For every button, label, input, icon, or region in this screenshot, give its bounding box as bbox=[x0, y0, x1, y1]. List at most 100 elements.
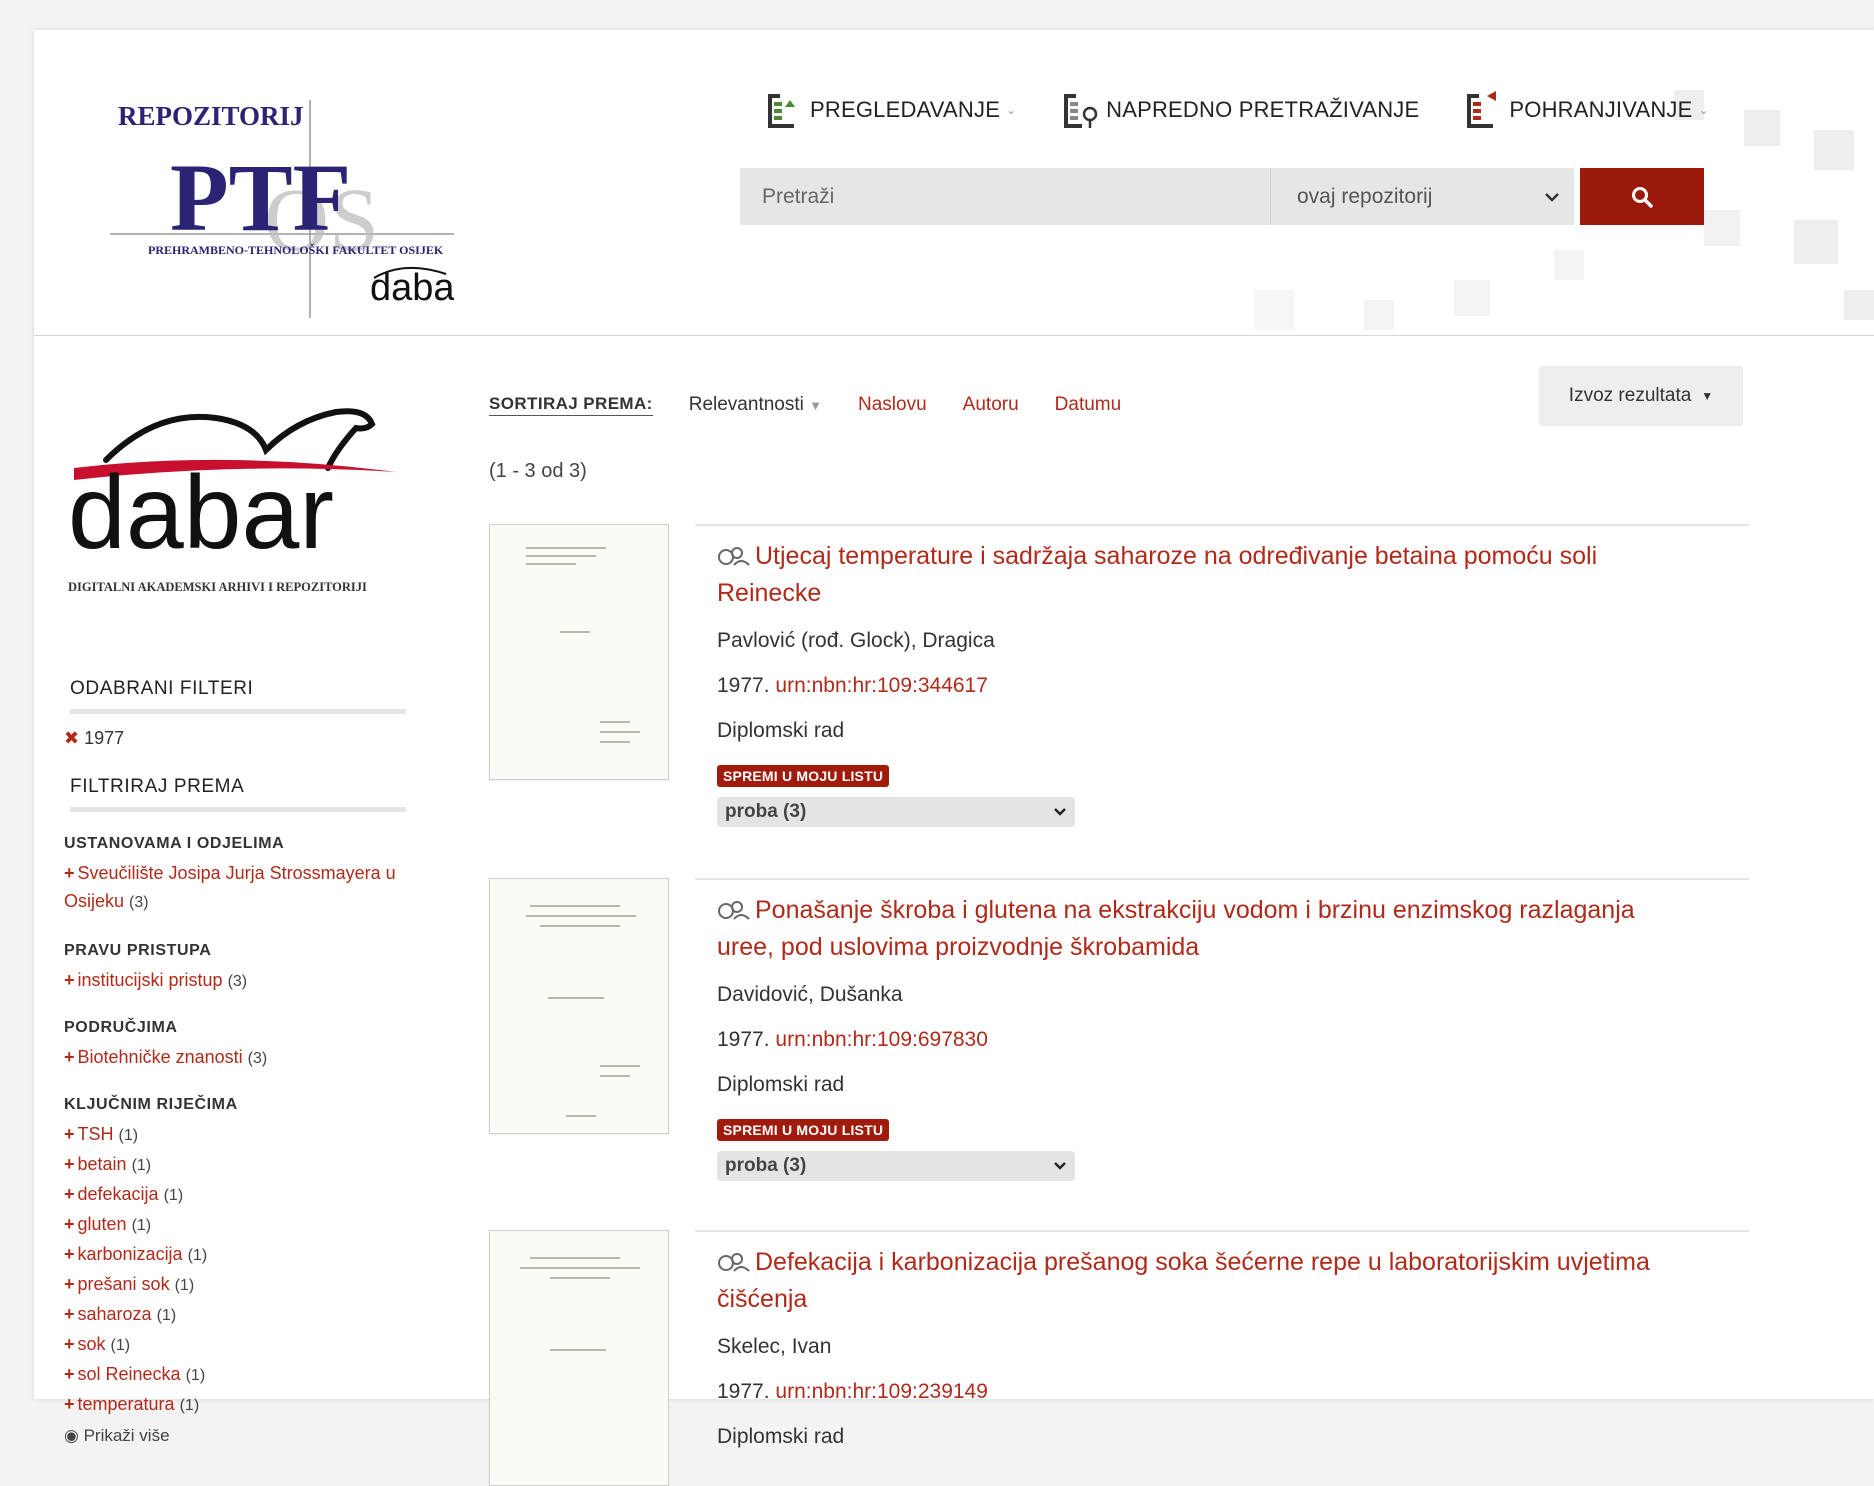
facet-item[interactable]: + institucijski pristup (3) bbox=[64, 966, 404, 996]
facet-item-keyword[interactable]: + prešani sok (1) bbox=[64, 1270, 404, 1300]
caret-down-icon: ▼ bbox=[1701, 389, 1714, 403]
result-thumbnail[interactable] bbox=[489, 524, 669, 780]
facet-item-keyword[interactable]: + betain (1) bbox=[64, 1150, 404, 1180]
selected-filter-chip[interactable]: ✖ 1977 bbox=[64, 728, 124, 749]
facet-group-title: PRAVU PRISTUPA bbox=[64, 942, 212, 959]
plus-icon: + bbox=[64, 1214, 75, 1234]
nav-browse[interactable]: PREGLEDAVANJE ⌄ bbox=[764, 90, 1016, 130]
sort-by-author[interactable]: Autoru bbox=[963, 394, 1019, 416]
search-bar: ovaj repozitorij bbox=[740, 168, 1704, 225]
facet-item-keyword[interactable]: + sol Reinecka (1) bbox=[64, 1360, 404, 1390]
sort-label: SORTIRAJ PREMA: bbox=[489, 394, 653, 416]
dabar-logo[interactable]: dabar DIGITALNI AKADEMSKI ARHIVI I REPOZ… bbox=[66, 390, 406, 600]
save-to-list-button[interactable]: SPREMI U MOJU LISTU bbox=[717, 1119, 890, 1141]
search-input[interactable] bbox=[740, 168, 1270, 225]
caret-down-icon: ▼ bbox=[809, 398, 823, 413]
result-identifier: 1977. urn:nbn:hr:109:697830 bbox=[717, 1024, 1749, 1056]
show-more-link[interactable]: ◉ Prikaži više bbox=[64, 1426, 404, 1446]
site-header: REPOZITORIJ OS PTF PREHRAMBENO-TEHNOLOŠK… bbox=[34, 30, 1874, 336]
facet-group-title: PODRUČJIMA bbox=[64, 1019, 178, 1036]
result-details: Utjecaj temperature i sadržaja saharoze … bbox=[695, 524, 1749, 827]
result-title: Ponašanje škroba i glutena na ekstrakcij… bbox=[717, 896, 1635, 961]
plus-icon: + bbox=[64, 863, 75, 883]
facet-label: sok bbox=[77, 1334, 106, 1354]
chevron-down-icon bbox=[1054, 1162, 1066, 1170]
sort-by-date[interactable]: Datumu bbox=[1055, 394, 1122, 416]
facet-count: (1) bbox=[131, 1217, 152, 1234]
facet-group-title: KLJUČNIM RIJEČIMA bbox=[64, 1096, 238, 1113]
result-title: Utjecaj temperature i sadržaja saharoze … bbox=[717, 542, 1598, 607]
facet-item-keyword[interactable]: + temperatura (1) bbox=[64, 1390, 404, 1420]
search-scope-select[interactable]: ovaj repozitorij bbox=[1270, 168, 1574, 225]
plus-icon: + bbox=[64, 1124, 75, 1144]
result-title-link[interactable]: Defekacija i karbonizacija prešanog soka… bbox=[717, 1244, 1657, 1318]
facet-item-keyword[interactable]: + saharoza (1) bbox=[64, 1300, 404, 1330]
result-urn-link[interactable]: urn:nbn:hr:109:239149 bbox=[775, 1380, 988, 1403]
plus-icon: + bbox=[64, 1274, 75, 1294]
chevron-down-icon: ⌄ bbox=[1698, 103, 1709, 117]
list-select[interactable]: proba (3) bbox=[717, 797, 1075, 827]
facet-label: TSH bbox=[77, 1124, 114, 1144]
result-author: Skelec, Ivan bbox=[717, 1335, 832, 1358]
dabar-logo-tagline: DIGITALNI AKADEMSKI ARHIVI I REPOZITORIJ… bbox=[68, 580, 367, 594]
result-urn-link[interactable]: urn:nbn:hr:109:344617 bbox=[775, 674, 988, 697]
result-author: Davidović, Dušanka bbox=[717, 983, 903, 1006]
facet-count: (1) bbox=[131, 1157, 152, 1174]
result-identifier: 1977. urn:nbn:hr:109:239149 bbox=[717, 1376, 1749, 1408]
facet-item-keyword[interactable]: + defekacija (1) bbox=[64, 1180, 404, 1210]
facet-item[interactable]: + Sveučilište Josipa Jurja Strossmayera u… bbox=[64, 859, 404, 917]
facet-group-fields: PODRUČJIMA + Biotehničke znanosti (3) bbox=[64, 1019, 404, 1073]
facet-count: (1) bbox=[179, 1397, 200, 1414]
selected-filters-section: ODABRANI FILTERI bbox=[70, 678, 406, 714]
result-title-link[interactable]: Utjecaj temperature i sadržaja saharoze … bbox=[717, 538, 1657, 612]
remove-filter-icon[interactable]: ✖ bbox=[64, 728, 79, 748]
facet-label: temperatura bbox=[77, 1394, 175, 1414]
result-title-link[interactable]: Ponašanje škroba i glutena na ekstrakcij… bbox=[717, 892, 1657, 966]
result-urn-link[interactable]: urn:nbn:hr:109:697830 bbox=[775, 1028, 988, 1051]
facet-count: (1) bbox=[185, 1367, 206, 1384]
facet-label: prešani sok bbox=[77, 1274, 170, 1294]
nav-deposit[interactable]: POHRANJIVANJE ⌄ bbox=[1463, 90, 1709, 130]
facet-count: (3) bbox=[227, 973, 248, 990]
result-year: 1977. bbox=[717, 1028, 770, 1051]
chevron-down-icon: ⌄ bbox=[1006, 103, 1017, 117]
plus-icon: + bbox=[64, 970, 75, 990]
sort-relevance[interactable]: Relevantnosti ▼ bbox=[689, 394, 822, 416]
search-button[interactable] bbox=[1580, 168, 1704, 225]
save-to-list-button[interactable]: SPREMI U MOJU LISTU bbox=[717, 765, 890, 787]
facet-count: (1) bbox=[118, 1127, 139, 1144]
result-title: Defekacija i karbonizacija prešanog soka… bbox=[717, 1248, 1650, 1313]
result-year: 1977. bbox=[717, 1380, 770, 1403]
facet-item[interactable]: + Biotehničke znanosti (3) bbox=[64, 1043, 404, 1073]
facet-item-keyword[interactable]: + sok (1) bbox=[64, 1330, 404, 1360]
facet-item-keyword[interactable]: + gluten (1) bbox=[64, 1210, 404, 1240]
sort-by-title[interactable]: Naslovu bbox=[858, 394, 927, 416]
facet-count: (1) bbox=[163, 1187, 184, 1204]
result-thumbnail[interactable] bbox=[489, 878, 669, 1134]
export-results-button[interactable]: Izvoz rezultata ▼ bbox=[1539, 366, 1743, 426]
sort-relevance-label: Relevantnosti bbox=[688, 394, 804, 415]
thesis-icon bbox=[718, 901, 750, 920]
facet-label: betain bbox=[77, 1154, 127, 1174]
facet-count: (3) bbox=[247, 1050, 268, 1067]
chevron-circle-icon: ◉ bbox=[64, 1426, 79, 1445]
facet-count: (1) bbox=[110, 1337, 131, 1354]
search-icon bbox=[1632, 186, 1653, 208]
chevron-down-icon bbox=[1545, 192, 1559, 202]
list-select[interactable]: proba (3) bbox=[717, 1151, 1075, 1181]
facet-count: (1) bbox=[187, 1247, 208, 1264]
ptf-repository-logo[interactable]: REPOZITORIJ OS PTF PREHRAMBENO-TEHNOLOŠK… bbox=[74, 70, 454, 320]
show-more-label: Prikaži više bbox=[83, 1426, 170, 1445]
main-navigation: PREGLEDAVANJE ⌄ NAPREDNO PRETRAŽIVANJE P… bbox=[764, 90, 1753, 130]
result-thumbnail[interactable] bbox=[489, 1230, 669, 1486]
plus-icon: + bbox=[64, 1047, 75, 1067]
nav-advanced-search[interactable]: NAPREDNO PRETRAŽIVANJE bbox=[1060, 90, 1419, 130]
facet-item-keyword[interactable]: + TSH (1) bbox=[64, 1120, 404, 1150]
advanced-search-icon bbox=[1064, 94, 1098, 128]
nav-advanced-search-label: NAPREDNO PRETRAŽIVANJE bbox=[1106, 97, 1420, 122]
logo-top-text: REPOZITORIJ bbox=[118, 101, 304, 131]
result-range: (1 - 3 od 3) bbox=[489, 460, 587, 482]
facet-count: (1) bbox=[174, 1277, 195, 1294]
facet-item-keyword[interactable]: + karbonizacija (1) bbox=[64, 1240, 404, 1270]
result-author: Pavlović (rođ. Glock), Dragica bbox=[717, 629, 995, 652]
